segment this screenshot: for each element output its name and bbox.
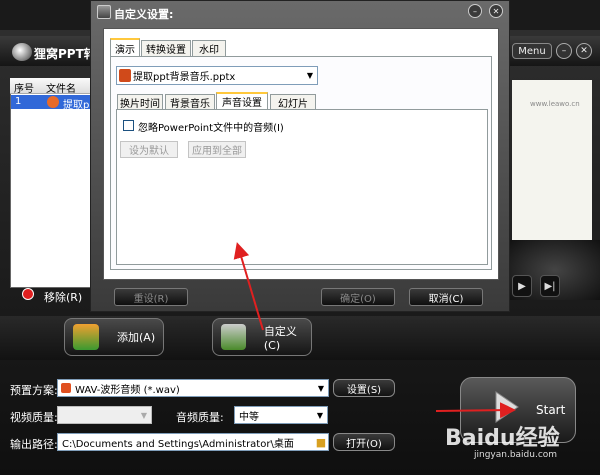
preset-label: 预置方案: <box>10 384 58 397</box>
audio-quality-select[interactable]: 中等 ▼ <box>234 406 328 424</box>
file-select-value: 提取ppt背景音乐.pptx <box>133 72 236 83</box>
watermark: Baidu经验 <box>445 426 560 451</box>
apply-all-label: 应用到全部 <box>192 146 242 157</box>
chevron-down-icon: ▼ <box>306 71 314 80</box>
set-default-button[interactable]: 设为默认 <box>120 141 178 158</box>
remove-icon[interactable] <box>22 288 34 300</box>
column-header-filename: 文件名 <box>46 84 76 95</box>
menu-button[interactable]: Menu <box>512 43 552 59</box>
ignore-audio-checkbox[interactable] <box>123 120 134 131</box>
row-index: 1 <box>15 96 22 107</box>
add-file-icon <box>73 324 99 350</box>
tab-presentation[interactable]: 演示 <box>110 38 140 56</box>
ok-button[interactable]: 确定(O) <box>321 288 395 306</box>
tab-label: 演示 <box>115 44 135 56</box>
audio-format-icon <box>61 383 71 393</box>
dialog-icon <box>97 5 111 19</box>
cancel-button[interactable]: 取消(C) <box>409 288 483 306</box>
menu-label: Menu <box>518 45 546 57</box>
chevron-down-icon: ▼ <box>317 383 325 393</box>
start-arrow-icon <box>495 391 519 423</box>
preset-select[interactable]: WAV-波形音频 (*.wav) ▼ <box>57 379 329 397</box>
ppt-file-icon <box>47 96 59 108</box>
preset-settings-label: 设置(S) <box>346 384 382 396</box>
audio-quality-label: 音频质量: <box>176 411 224 424</box>
ignore-audio-label: 忽略PowerPoint文件中的音频(I) <box>138 123 284 134</box>
tab-label: 背景音乐 <box>170 98 210 110</box>
tab-background-music[interactable]: 背景音乐 <box>165 94 215 110</box>
preset-value: WAV-波形音频 (*.wav) <box>75 384 180 396</box>
file-select[interactable]: 提取ppt背景音乐.pptx ▼ <box>116 66 318 85</box>
play-icon[interactable]: ▶ <box>512 275 532 297</box>
preview-text: www.leawo.cn <box>530 100 580 108</box>
output-path-label: 输出路径: <box>10 438 58 451</box>
remove-button[interactable]: 移除(R) <box>44 289 82 305</box>
output-path-field[interactable]: C:\Documents and Settings\Administrator\… <box>57 433 329 451</box>
pptx-file-icon <box>119 69 131 82</box>
reset-label: 重设(R) <box>133 293 169 305</box>
custom-label: 自定义(C) <box>263 324 297 352</box>
tab-slides[interactable]: 幻灯片 <box>270 94 316 110</box>
file-list-header: 序号 文件名 <box>10 78 95 95</box>
preset-settings-button[interactable]: 设置(S) <box>333 379 395 397</box>
video-quality-select[interactable]: ▼ <box>57 406 152 424</box>
chevron-down-icon: ▼ <box>140 410 148 420</box>
app-title: 狸窝PPT转 <box>34 47 96 61</box>
apply-all-button[interactable]: 应用到全部 <box>188 141 246 158</box>
chevron-down-icon: ▼ <box>316 410 324 420</box>
video-quality-label: 视频质量: <box>10 411 58 424</box>
watermark-url: jingyan.baidu.com <box>474 450 558 460</box>
set-default-label: 设为默认 <box>129 146 169 157</box>
tools-icon <box>221 324 246 350</box>
tab-conversion-settings[interactable]: 转换设置 <box>141 40 191 56</box>
add-label: 添加(A) <box>117 331 156 344</box>
tab-label: 转换设置 <box>146 45 186 56</box>
start-label: Start <box>536 403 566 417</box>
dialog-minimize-icon[interactable]: – <box>468 4 482 18</box>
tab-label: 幻灯片 <box>278 98 308 110</box>
folder-icon[interactable]: ■ <box>314 436 328 449</box>
open-label: 打开(O) <box>346 438 382 450</box>
tab-label: 换片时间 <box>120 98 160 110</box>
next-icon[interactable]: ▶| <box>540 275 560 297</box>
add-button[interactable]: 添加(A) <box>64 318 164 356</box>
app-logo-icon <box>12 43 32 61</box>
tab-label: 声音设置 <box>222 98 262 109</box>
open-button[interactable]: 打开(O) <box>333 433 395 451</box>
output-path-value: C:\Documents and Settings\Administrator\… <box>62 438 294 450</box>
reset-button[interactable]: 重设(R) <box>114 288 188 306</box>
ok-label: 确定(O) <box>340 293 376 305</box>
cancel-label: 取消(C) <box>428 293 464 305</box>
table-row[interactable]: 1 提取pp <box>11 95 96 111</box>
tab-watermark[interactable]: 水印 <box>192 40 226 56</box>
tab-sound-settings[interactable]: 声音设置 <box>216 92 268 109</box>
dialog-close-icon[interactable]: ✕ <box>489 4 503 18</box>
audio-quality-value: 中等 <box>239 411 259 423</box>
close-icon[interactable]: ✕ <box>576 43 592 59</box>
column-header-index: 序号 <box>14 84 34 95</box>
custom-button[interactable]: 自定义(C) <box>212 318 312 356</box>
tab-slide-timing[interactable]: 换片时间 <box>117 94 163 110</box>
dialog-title: 自定义设置: <box>114 8 174 21</box>
tab-label: 水印 <box>199 45 219 56</box>
minimize-icon[interactable]: – <box>556 43 572 59</box>
